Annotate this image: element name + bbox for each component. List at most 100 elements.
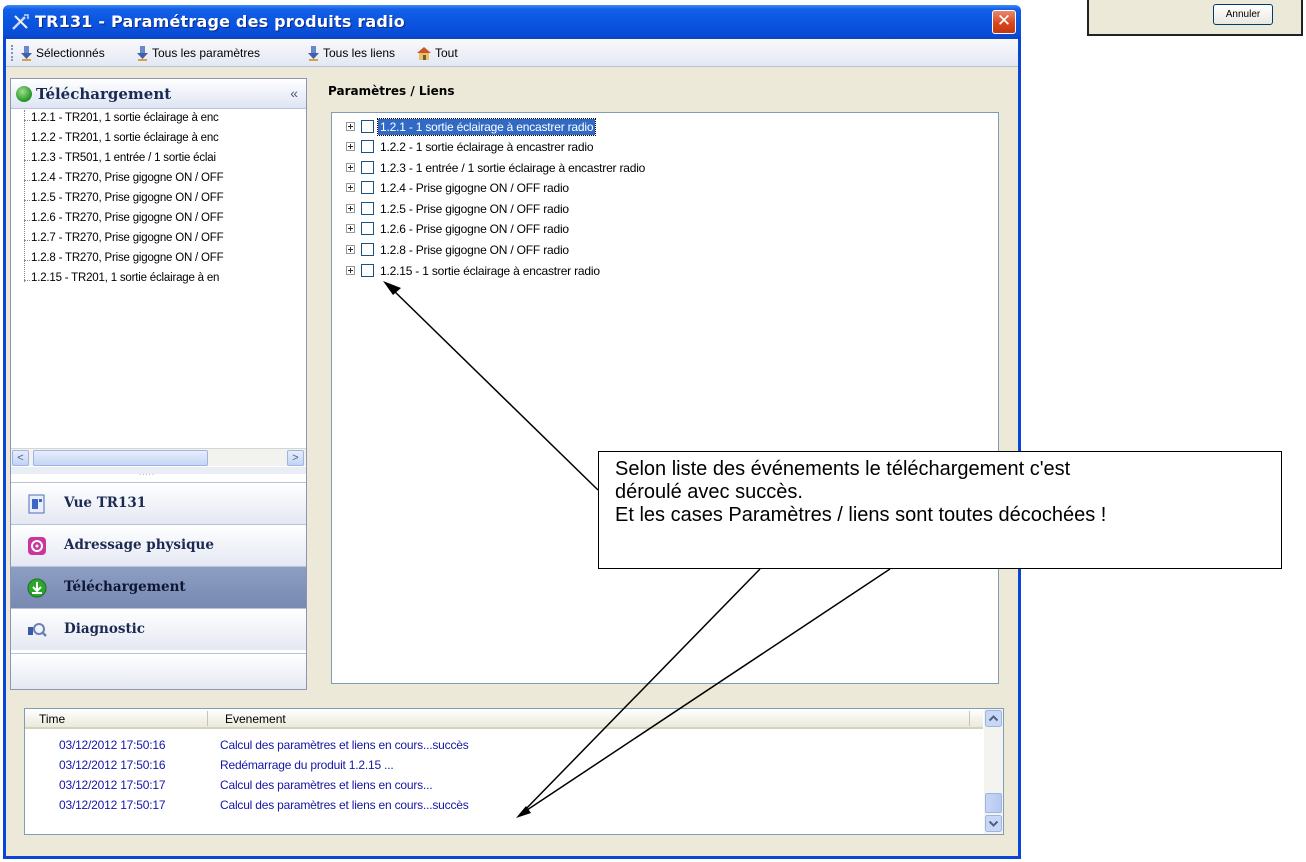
collapse-chevron-icon[interactable]: « [290, 85, 298, 101]
scroll-up-icon[interactable] [985, 710, 1002, 727]
param-label[interactable]: 1.2.15 - 1 sortie éclairage à encastrer … [378, 263, 602, 279]
splitter-grip: ..... [139, 468, 156, 477]
log-event: Calcul des paramètres et liens en cours.… [220, 778, 433, 792]
param-label[interactable]: 1.2.8 - Prise gigogne ON / OFF radio [378, 242, 571, 258]
param-label[interactable]: 1.2.3 - 1 entrée / 1 sortie éclairage à … [378, 160, 647, 176]
scroll-left-button[interactable]: < [12, 450, 29, 466]
log-row[interactable]: 03/12/2012 17:50:16 Calcul des paramètre… [25, 736, 983, 756]
log-time: 03/12/2012 17:50:16 [59, 738, 166, 752]
expand-icon[interactable] [346, 183, 355, 192]
tools-icon [12, 14, 29, 30]
device-tree: 1.2.1 - TR201, 1 sortie éclairage à enc … [11, 110, 306, 450]
log-time: 03/12/2012 17:50:16 [59, 758, 166, 772]
toolbar-all-links-button[interactable]: Tous les liens [307, 45, 395, 61]
tree-guide-tick [24, 120, 30, 121]
download-links-icon [308, 46, 319, 61]
house-icon [417, 47, 431, 60]
tree-guide-tick [24, 220, 30, 221]
tree-guide-tick [24, 260, 30, 261]
scroll-right-button[interactable]: > [287, 450, 304, 466]
scroll-down-icon[interactable] [985, 815, 1002, 832]
tree-item[interactable]: 1.2.4 - TR270, Prise gigogne ON / OFF [31, 172, 224, 192]
param-checkbox[interactable] [361, 181, 374, 194]
left-panel: Téléchargement « 1.2.1 - TR201, 1 sortie… [10, 78, 307, 690]
download-selected-icon [21, 46, 32, 61]
column-divider[interactable] [207, 711, 208, 726]
log-row[interactable]: 03/12/2012 17:50:16 Redémarrage du produ… [25, 756, 983, 776]
left-panel-header: Téléchargement « [11, 79, 306, 109]
param-label[interactable]: 1.2.6 - Prise gigogne ON / OFF radio [378, 221, 571, 237]
param-label[interactable]: 1.2.2 - 1 sortie éclairage à encastrer r… [378, 139, 595, 155]
panel-splitter[interactable]: ..... [11, 467, 306, 477]
log-row[interactable]: 03/12/2012 17:50:17 Calcul des paramètre… [25, 776, 983, 796]
tree-item[interactable]: 1.2.3 - TR501, 1 entrée / 1 sortie éclai [31, 152, 216, 172]
cancel-button[interactable]: Annuler [1213, 4, 1273, 25]
expand-icon[interactable] [346, 122, 355, 131]
tree-guide-tick [24, 160, 30, 161]
callout-line: Et les cases Paramètres / liens sont tou… [615, 504, 1107, 526]
expand-icon[interactable] [346, 163, 355, 172]
close-button[interactable]: ✕ [992, 10, 1016, 34]
param-checkbox[interactable] [361, 161, 374, 174]
scroll-thumb[interactable] [33, 450, 208, 466]
expand-icon[interactable] [346, 266, 355, 275]
tree-item[interactable]: 1.2.7 - TR270, Prise gigogne ON / OFF [31, 232, 224, 252]
log-col-time[interactable]: Time [39, 712, 65, 726]
log-row[interactable]: 03/12/2012 17:50:17 Calcul des paramètre… [25, 796, 983, 816]
nav-vue-tr131[interactable]: Vue TR131 [11, 482, 306, 524]
log-vertical-scrollbar[interactable] [984, 709, 1003, 834]
param-checkbox[interactable] [361, 243, 374, 256]
param-checkbox[interactable] [361, 222, 374, 235]
param-checkbox[interactable] [361, 264, 374, 277]
toolbar-selected-button[interactable]: Sélectionnés [20, 45, 105, 61]
param-row[interactable]: 1.2.3 - 1 entrée / 1 sortie éclairage à … [346, 158, 647, 177]
param-row[interactable]: 1.2.8 - Prise gigogne ON / OFF radio [346, 240, 571, 259]
expand-icon[interactable] [346, 224, 355, 233]
tree-guide-tick [24, 180, 30, 181]
tree-item[interactable]: 1.2.15 - TR201, 1 sortie éclairage à en [31, 272, 219, 292]
toolbar-all-button[interactable]: Tout [416, 45, 458, 61]
param-checkbox[interactable] [361, 140, 374, 153]
tree-guide-line [24, 110, 25, 282]
log-header: Time Evenement [25, 709, 983, 729]
scroll-thumb[interactable] [985, 793, 1002, 813]
toolbar-grip[interactable] [11, 45, 14, 61]
column-divider[interactable] [969, 711, 970, 726]
param-checkbox[interactable] [361, 120, 374, 133]
log-col-event[interactable]: Evenement [225, 712, 286, 726]
toolbar-item-label: Tout [435, 46, 458, 60]
param-checkbox[interactable] [361, 202, 374, 215]
nav-adressage-physique[interactable]: Adressage physique [11, 524, 306, 566]
horizontal-scrollbar[interactable]: < > [11, 448, 306, 466]
tree-item[interactable]: 1.2.5 - TR270, Prise gigogne ON / OFF [31, 192, 224, 212]
nav-telechargement[interactable]: Téléchargement [11, 566, 306, 608]
tree-item[interactable]: 1.2.8 - TR270, Prise gigogne ON / OFF [31, 252, 224, 272]
param-label[interactable]: 1.2.4 - Prise gigogne ON / OFF radio [378, 180, 571, 196]
param-row[interactable]: 1.2.4 - Prise gigogne ON / OFF radio [346, 178, 571, 197]
tree-item[interactable]: 1.2.2 - TR201, 1 sortie éclairage à enc [31, 132, 219, 152]
log-time: 03/12/2012 17:50:17 [59, 778, 166, 792]
toolbar-item-label: Tous les paramètres [152, 46, 261, 60]
log-time: 03/12/2012 17:50:17 [59, 798, 166, 812]
param-row[interactable]: 1.2.5 - Prise gigogne ON / OFF radio [346, 199, 571, 218]
param-row[interactable]: 1.2.15 - 1 sortie éclairage à encastrer … [346, 261, 602, 280]
nav-label: Vue TR131 [64, 495, 147, 511]
nav-diagnostic[interactable]: Diagnostic [11, 608, 306, 650]
expand-icon[interactable] [346, 142, 355, 151]
tree-item[interactable]: 1.2.6 - TR270, Prise gigogne ON / OFF [31, 212, 224, 232]
param-row[interactable]: 1.2.2 - 1 sortie éclairage à encastrer r… [346, 137, 595, 156]
nav-label: Téléchargement [64, 579, 186, 595]
expand-icon[interactable] [346, 204, 355, 213]
toolbar-item-label: Tous les liens [323, 46, 396, 60]
param-row[interactable]: 1.2.6 - Prise gigogne ON / OFF radio [346, 219, 571, 238]
param-row[interactable]: 1.2.1 - 1 sortie éclairage à encastrer r… [346, 117, 597, 136]
download-status-icon [16, 86, 32, 102]
device-view-icon [28, 494, 45, 514]
tree-guide-tick [24, 240, 30, 241]
param-label[interactable]: 1.2.5 - Prise gigogne ON / OFF radio [378, 201, 571, 217]
param-label[interactable]: 1.2.1 - 1 sortie éclairage à encastrer r… [376, 117, 597, 136]
nav-label: Diagnostic [64, 621, 146, 637]
expand-icon[interactable] [346, 245, 355, 254]
toolbar-all-params-button[interactable]: Tous les paramètres [136, 45, 260, 61]
tree-item[interactable]: 1.2.1 - TR201, 1 sortie éclairage à enc [31, 112, 219, 132]
